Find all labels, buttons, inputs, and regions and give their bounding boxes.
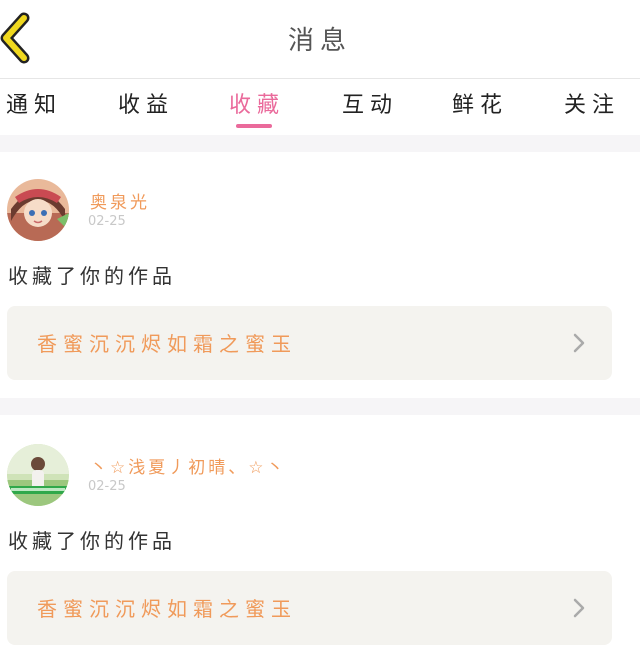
- chevron-right-icon: [573, 598, 585, 618]
- work-link[interactable]: 香蜜沉沉烬如霜之蜜玉: [7, 306, 612, 380]
- active-tab-indicator: [236, 124, 272, 128]
- message-tabs: 通知 收益 收藏 互动 鲜花 关注: [0, 79, 640, 135]
- user-name[interactable]: 丶☆浅夏丿初晴、☆丶: [90, 453, 286, 478]
- section-divider: [0, 398, 640, 415]
- chevron-right-icon: [573, 333, 585, 353]
- section-divider: [0, 135, 640, 152]
- tab-flowers[interactable]: 鲜花: [452, 87, 508, 119]
- tab-interactions[interactable]: 互动: [342, 87, 398, 119]
- page-title: 消息: [287, 26, 352, 56]
- avatar[interactable]: [7, 179, 69, 241]
- top-navigation-bar: 消息: [0, 0, 640, 79]
- message-card: 丶☆浅夏丿初晴、☆丶 02-25 收藏了你的作品 香蜜沉沉烬如霜之蜜玉: [0, 415, 640, 646]
- user-name[interactable]: 奥泉光: [90, 188, 150, 213]
- avatar[interactable]: [7, 444, 69, 506]
- action-text: 收藏了你的作品: [8, 529, 176, 553]
- work-link[interactable]: 香蜜沉沉烬如霜之蜜玉: [7, 571, 612, 645]
- timestamp: 02-25: [88, 479, 126, 494]
- work-title: 香蜜沉沉烬如霜之蜜玉: [37, 332, 297, 356]
- message-card: 奥泉光 02-25 收藏了你的作品 香蜜沉沉烬如霜之蜜玉: [0, 152, 640, 398]
- tab-earnings[interactable]: 收益: [118, 87, 174, 119]
- tab-notifications[interactable]: 通知: [6, 87, 62, 119]
- work-title: 香蜜沉沉烬如霜之蜜玉: [37, 597, 297, 621]
- tab-following[interactable]: 关注: [564, 87, 620, 119]
- action-text: 收藏了你的作品: [8, 264, 176, 288]
- timestamp: 02-25: [88, 214, 126, 229]
- tab-favorites[interactable]: 收藏: [229, 87, 285, 119]
